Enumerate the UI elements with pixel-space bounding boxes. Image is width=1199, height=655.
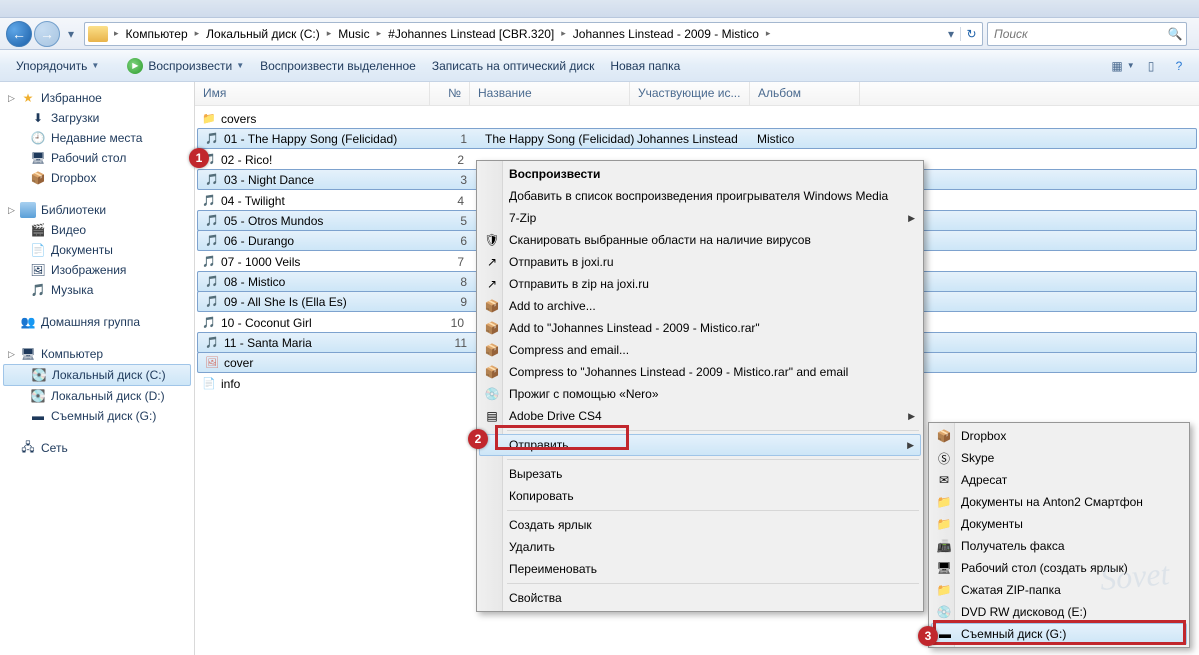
annotation-badge-1: 1 xyxy=(189,148,209,168)
menu-item[interactable]: ▤Adobe Drive CS4▶ xyxy=(479,405,921,427)
menu-item[interactable]: 📦Compress and email... xyxy=(479,339,921,361)
menu-item[interactable]: Свойства xyxy=(479,587,921,609)
chevron-right-icon[interactable]: ▸ xyxy=(558,28,569,39)
history-dropdown[interactable]: ▾ xyxy=(64,24,78,44)
menu-item[interactable]: Воспроизвести xyxy=(479,163,921,185)
menu-item[interactable]: Создать ярлык xyxy=(479,514,921,536)
menu-item[interactable]: 7-Zip▶ xyxy=(479,207,921,229)
sidebar-item[interactable]: ▬Съемный диск (G:) xyxy=(0,406,194,426)
menu-item[interactable]: Удалить xyxy=(479,536,921,558)
play-selected-button[interactable]: Воспроизвести выделенное xyxy=(252,55,424,77)
sidebar-item[interactable]: 💽Локальный диск (C:) xyxy=(3,364,191,386)
sidebar-item[interactable]: 🎬Видео xyxy=(0,220,194,240)
menu-separator xyxy=(507,583,919,584)
breadcrumb-item[interactable]: Локальный диск (C:) xyxy=(202,23,324,45)
chevron-right-icon[interactable]: ▸ xyxy=(111,28,122,39)
sidebar-item[interactable]: ⬇Загрузки xyxy=(0,108,194,128)
new-folder-button[interactable]: Новая папка xyxy=(602,55,688,77)
menu-item[interactable]: Вырезать xyxy=(479,463,921,485)
sidebar-network[interactable]: 🖧Сеть xyxy=(0,438,194,458)
addr-dropdown[interactable]: ▾ xyxy=(944,24,958,44)
menu-item[interactable]: 📦Add to "Johannes Linstead - 2009 - Mist… xyxy=(479,317,921,339)
menu-item[interactable]: 📁Документы на Anton2 Смартфон xyxy=(931,491,1187,513)
menu-item[interactable]: 📦Add to archive... xyxy=(479,295,921,317)
back-button[interactable]: ← xyxy=(6,21,32,47)
address-bar[interactable]: ▸ Компьютер▸Локальный диск (C:)▸Music▸#J… xyxy=(84,22,983,46)
menu-item[interactable]: ▬Съемный диск (G:) xyxy=(931,623,1187,645)
column-headers: Имя № Название Участвующие ис... Альбом xyxy=(195,82,1199,106)
col-artist[interactable]: Участвующие ис... xyxy=(630,82,750,105)
sendto-submenu: 📦DropboxⓈSkype✉Адресат📁Документы на Anto… xyxy=(928,422,1190,648)
menu-item[interactable]: ⓈSkype xyxy=(931,447,1187,469)
menu-item[interactable]: 📠Получатель факса xyxy=(931,535,1187,557)
forward-button[interactable]: → xyxy=(34,21,60,47)
search-input[interactable] xyxy=(988,27,1164,41)
menu-item[interactable]: ✉Адресат xyxy=(931,469,1187,491)
title-bar xyxy=(0,0,1199,18)
menu-item[interactable]: 📦Dropbox xyxy=(931,425,1187,447)
chevron-right-icon[interactable]: ▸ xyxy=(324,28,335,39)
organize-button[interactable]: Упорядочить▼ xyxy=(8,55,107,77)
menu-separator xyxy=(507,459,919,460)
refresh-button[interactable]: ↻ xyxy=(960,27,982,41)
folder-icon xyxy=(88,26,108,42)
file-row[interactable]: 📁covers xyxy=(195,108,1199,129)
chevron-right-icon[interactable]: ▸ xyxy=(374,28,385,39)
sidebar-item[interactable]: 🕘Недавние места xyxy=(0,128,194,148)
menu-item[interactable]: 💿DVD RW дисковод (E:) xyxy=(931,601,1187,623)
nav-bar: ← → ▾ ▸ Компьютер▸Локальный диск (C:)▸Mu… xyxy=(0,18,1199,50)
menu-item[interactable]: 💿Прожиг с помощью «Nero» xyxy=(479,383,921,405)
menu-item[interactable]: Отправить▶ xyxy=(479,434,921,456)
toolbar: Упорядочить▼ ▶Воспроизвести▼ Воспроизвес… xyxy=(0,50,1199,82)
search-icon: 🔍 xyxy=(1164,27,1186,41)
chevron-right-icon[interactable]: ▸ xyxy=(192,28,203,39)
annotation-badge-2: 2 xyxy=(468,429,488,449)
sidebar-item[interactable]: 🎵Музыка xyxy=(0,280,194,300)
menu-item[interactable]: 🛡Сканировать выбранные области на наличи… xyxy=(479,229,921,251)
sidebar-computer[interactable]: ▷🖥Компьютер xyxy=(0,344,194,364)
menu-separator xyxy=(507,510,919,511)
col-number[interactable]: № xyxy=(430,82,470,105)
sidebar-item[interactable]: 🖼Изображения xyxy=(0,260,194,280)
menu-item[interactable]: ↗Отправить в joxi.ru xyxy=(479,251,921,273)
preview-pane-button[interactable]: ▯ xyxy=(1139,55,1163,77)
menu-item[interactable]: Добавить в список воспроизведения проигр… xyxy=(479,185,921,207)
menu-item[interactable]: 🖥Рабочий стол (создать ярлык) xyxy=(931,557,1187,579)
context-menu: ВоспроизвестиДобавить в список воспроизв… xyxy=(476,160,924,612)
burn-button[interactable]: Записать на оптический диск xyxy=(424,55,603,77)
breadcrumb-item[interactable]: Компьютер xyxy=(122,23,192,45)
menu-item[interactable]: Переименовать xyxy=(479,558,921,580)
col-title[interactable]: Название xyxy=(470,82,630,105)
breadcrumb-item[interactable]: #Johannes Linstead [CBR.320] xyxy=(384,23,558,45)
sidebar-homegroup[interactable]: 👥Домашняя группа xyxy=(0,312,194,332)
breadcrumb-item[interactable]: Johannes Linstead - 2009 - Mistico xyxy=(569,23,763,45)
col-album[interactable]: Альбом xyxy=(750,82,860,105)
play-button[interactable]: ▶Воспроизвести▼ xyxy=(119,54,252,78)
chevron-right-icon[interactable]: ▸ xyxy=(763,28,774,39)
sidebar-item[interactable]: 💽Локальный диск (D:) xyxy=(0,386,194,406)
sidebar-item[interactable]: 🖥Рабочий стол xyxy=(0,148,194,168)
menu-separator xyxy=(507,430,919,431)
view-button[interactable]: ▦▼ xyxy=(1111,55,1135,77)
menu-item[interactable]: ↗Отправить в zip на joxi.ru xyxy=(479,273,921,295)
search-box[interactable]: 🔍 xyxy=(987,22,1187,46)
sidebar-item[interactable]: 📦Dropbox xyxy=(0,168,194,188)
menu-item[interactable]: Копировать xyxy=(479,485,921,507)
sidebar-favorites[interactable]: ▷★Избранное xyxy=(0,88,194,108)
sidebar-libraries[interactable]: ▷Библиотеки xyxy=(0,200,194,220)
menu-item[interactable]: 📁Документы xyxy=(931,513,1187,535)
sidebar-item[interactable]: 📄Документы xyxy=(0,240,194,260)
menu-item[interactable]: 📦Compress to "Johannes Linstead - 2009 -… xyxy=(479,361,921,383)
breadcrumb-item[interactable]: Music xyxy=(334,23,373,45)
file-row[interactable]: 🎵01 - The Happy Song (Felicidad)1The Hap… xyxy=(197,128,1197,149)
menu-item[interactable]: 📁Сжатая ZIP-папка xyxy=(931,579,1187,601)
col-name[interactable]: Имя xyxy=(195,82,430,105)
help-button[interactable]: ? xyxy=(1167,55,1191,77)
sidebar: ▷★Избранное ⬇Загрузки🕘Недавние места🖥Раб… xyxy=(0,82,195,655)
annotation-badge-3: 3 xyxy=(918,626,938,646)
